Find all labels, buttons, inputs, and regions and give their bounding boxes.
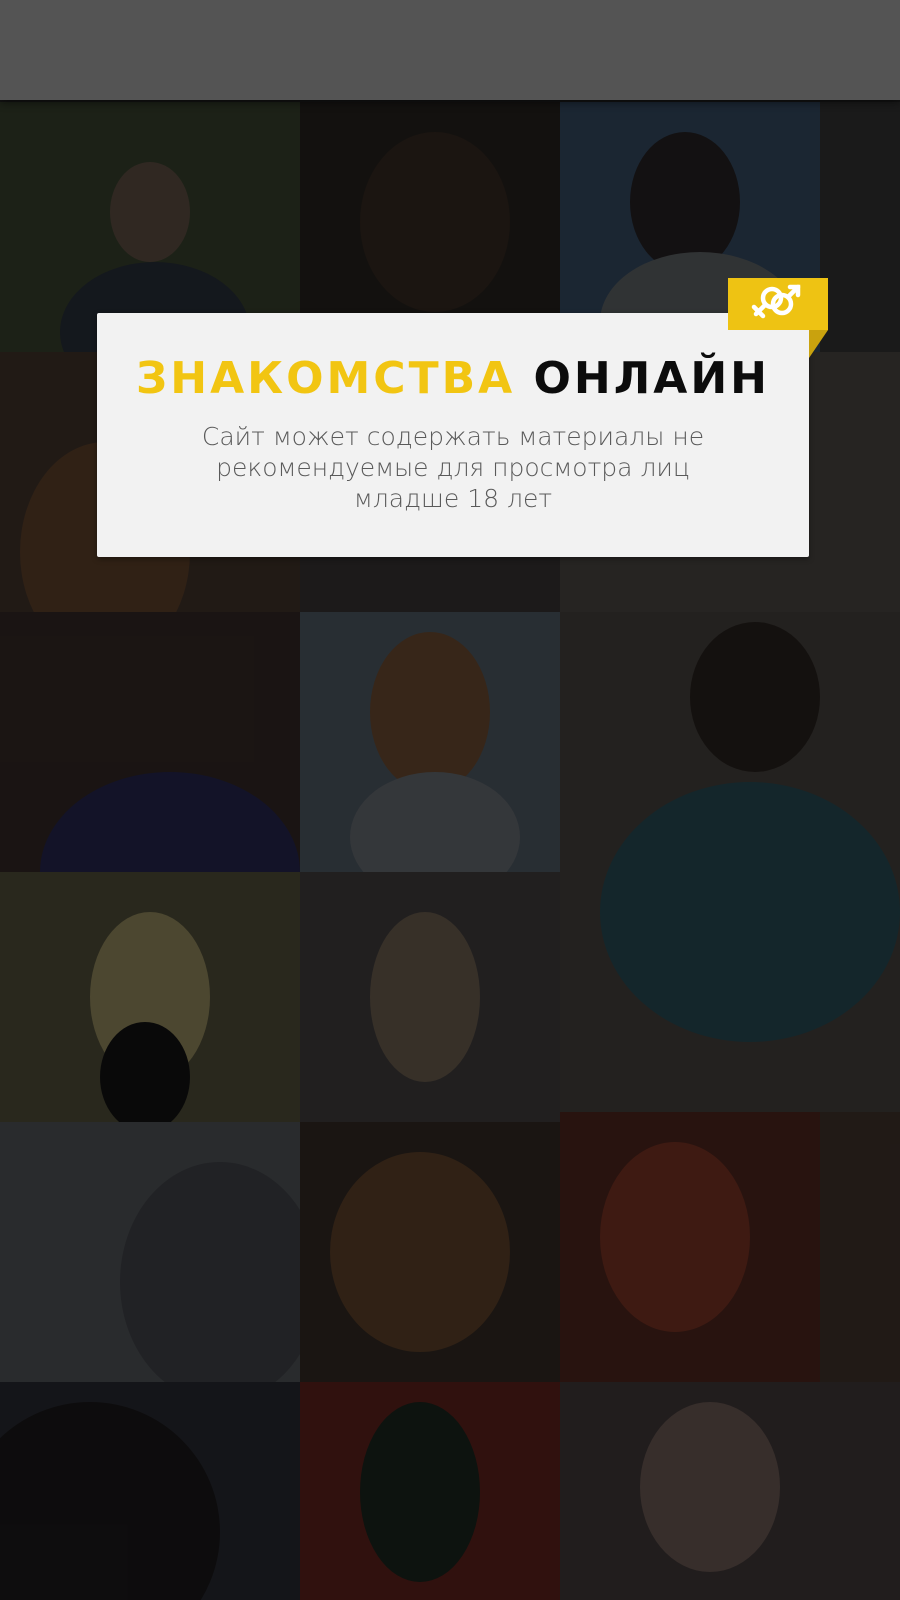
age-gate-screen: ЗНАКОМСТВА ОНЛАЙН Сайт может содержать м… [0, 0, 900, 1600]
gender-badge [728, 278, 828, 330]
badge-fold [809, 330, 828, 358]
dim-overlay [0, 0, 900, 1600]
dialog-title: ЗНАКОМСТВА ОНЛАЙН [97, 353, 809, 405]
age-warning-text: Сайт может содержать материалы не рекоме… [201, 422, 705, 513]
dialog-title-main: ОНЛАЙН [533, 353, 770, 404]
age-warning-dialog: ЗНАКОМСТВА ОНЛАЙН Сайт может содержать м… [97, 313, 809, 557]
gender-symbols-icon [748, 280, 808, 328]
dialog-title-accent: ЗНАКОМСТВА [136, 353, 516, 404]
top-bar [0, 0, 900, 100]
